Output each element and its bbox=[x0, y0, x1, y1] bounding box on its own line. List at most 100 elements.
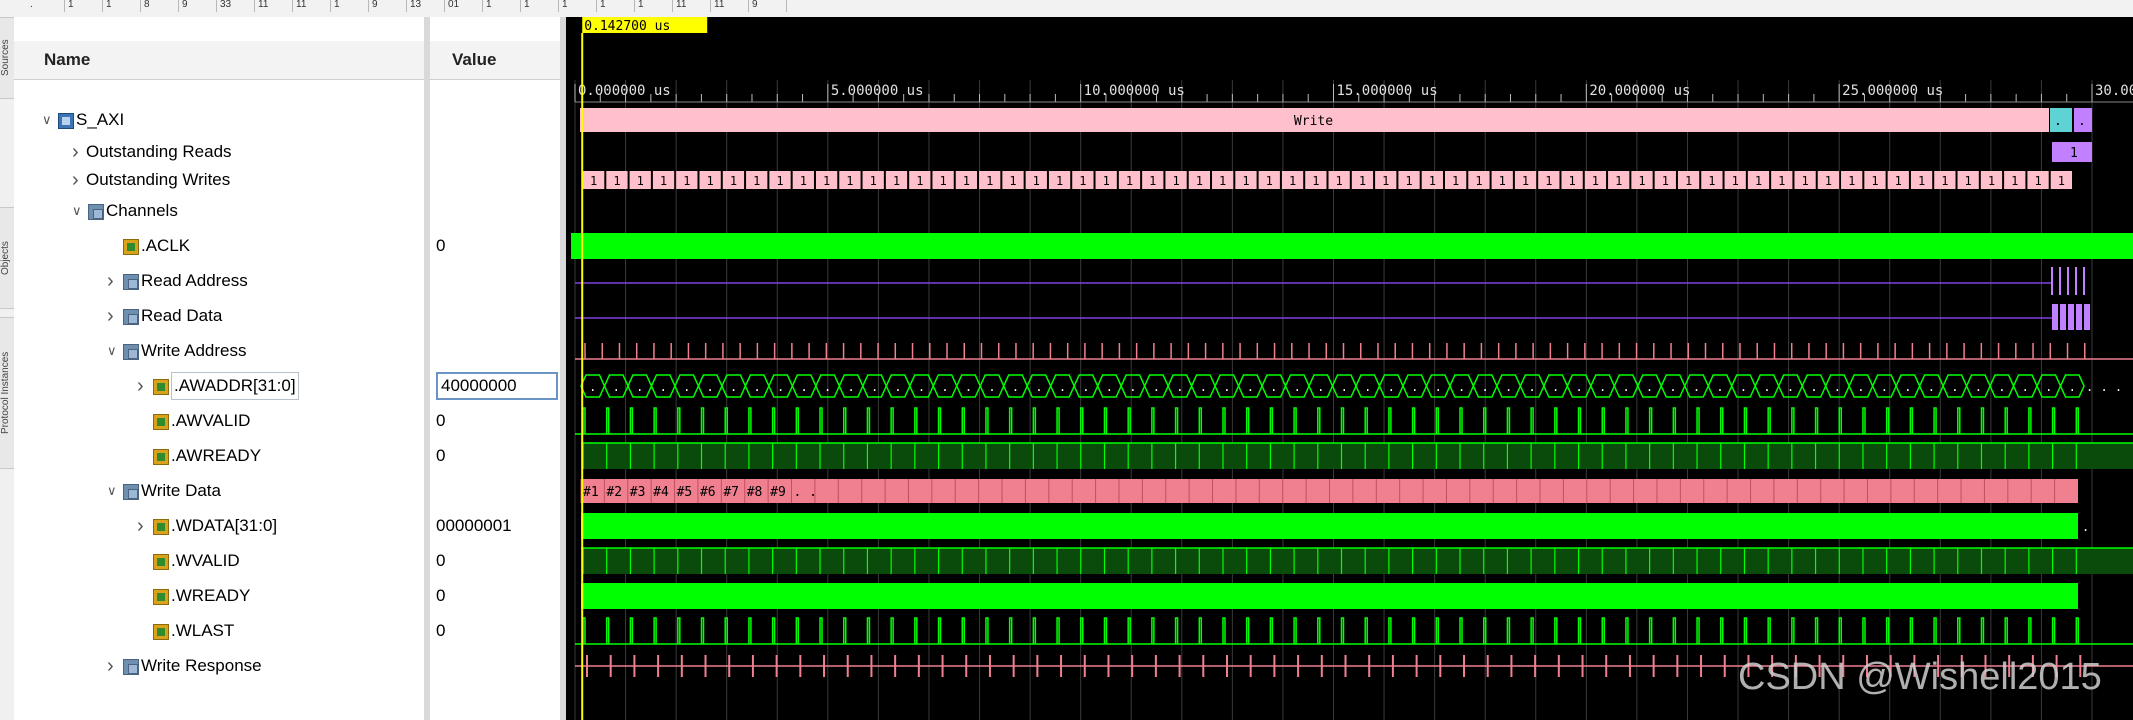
toolbar-button[interactable]: 9 bbox=[182, 0, 217, 12]
toolbar-button[interactable]: 11 bbox=[676, 0, 711, 12]
awaddr-label: . bbox=[1341, 380, 1348, 394]
awvalid-pulse bbox=[1838, 407, 1843, 434]
awaddr-label: . bbox=[941, 380, 948, 394]
toolbar-button[interactable]: 1 bbox=[638, 0, 673, 12]
wlast-pulse bbox=[1435, 617, 1440, 644]
awaddr-label: . bbox=[1247, 380, 1254, 394]
chevron-down-icon[interactable]: ∨ bbox=[107, 476, 119, 506]
awvalid-pulse bbox=[1174, 407, 1179, 434]
ruler-label: 10.000000 us bbox=[1084, 83, 1185, 99]
toolbar-button[interactable]: 11 bbox=[296, 0, 331, 12]
awvalid-pulse bbox=[1933, 407, 1937, 434]
awaddr-label: . bbox=[1787, 380, 1794, 394]
awvalid-pulse bbox=[1151, 407, 1155, 434]
tree-row-channels[interactable]: ∨ Channels bbox=[14, 196, 424, 226]
tree-row-aclk[interactable]: .ACLK bbox=[14, 231, 424, 261]
tree-row-wlast[interactable]: .WLAST bbox=[14, 616, 424, 646]
outstanding-write-label: 1 bbox=[1848, 174, 1855, 188]
awaddr-label: . bbox=[1458, 380, 1465, 394]
toolbar-button[interactable]: 1 bbox=[68, 0, 103, 12]
toolbar-button[interactable]: 01 bbox=[448, 0, 483, 12]
chevron-right-icon[interactable]: › bbox=[137, 371, 149, 401]
awvalid-pulse bbox=[605, 407, 610, 434]
toolbar-button[interactable]: 8 bbox=[144, 0, 179, 12]
value-awaddr[interactable]: 40000000 bbox=[436, 372, 558, 400]
cursor-label: 0.142700 us bbox=[584, 19, 670, 34]
name-column-header[interactable]: Name bbox=[14, 41, 424, 80]
tree-row-awaddr[interactable]: › .AWADDR[31:0] bbox=[14, 371, 424, 401]
outstanding-write-label: 1 bbox=[1452, 174, 1459, 188]
outstanding-write-label: 1 bbox=[1382, 174, 1389, 188]
tree-row-write-address[interactable]: ∨ Write Address bbox=[14, 336, 424, 366]
tree-row-outstanding-writes[interactable]: › Outstanding Writes bbox=[14, 165, 424, 195]
chevron-right-icon[interactable]: › bbox=[107, 651, 119, 681]
side-tab-sources[interactable]: Sources bbox=[0, 17, 14, 99]
wlast-pulse bbox=[1388, 617, 1392, 644]
outstanding-write-label: 1 bbox=[1895, 174, 1902, 188]
awvalid-pulse bbox=[795, 407, 800, 434]
toolbar-button[interactable]: 33 bbox=[220, 0, 255, 12]
tree-row-outstanding-reads[interactable]: › Outstanding Reads bbox=[14, 137, 424, 167]
value-column-header[interactable]: Value bbox=[430, 41, 560, 80]
toolbar-button[interactable]: 1 bbox=[562, 0, 597, 12]
outstanding-write-label: 1 bbox=[1056, 174, 1063, 188]
tree-row-awready[interactable]: .AWREADY bbox=[14, 441, 424, 471]
write-data-label: #2 bbox=[606, 485, 622, 500]
toolbar-button[interactable]: 9 bbox=[752, 0, 787, 12]
awvalid-pulse bbox=[842, 407, 847, 434]
tree-row-awvalid[interactable]: .AWVALID bbox=[14, 406, 424, 436]
tree-row-label: .AWREADY bbox=[171, 446, 262, 465]
tree-row-label: .ACLK bbox=[141, 236, 191, 255]
toolbar-button[interactable]: 1 bbox=[524, 0, 559, 12]
tree-row-read-data[interactable]: › Read Data bbox=[14, 301, 424, 331]
awaddr-label: . bbox=[1716, 380, 1723, 394]
outstanding-write-label: 1 bbox=[2058, 174, 2065, 188]
tree-row-s-axi[interactable]: ∨ S_AXI bbox=[14, 105, 424, 135]
awaddr-label: . bbox=[918, 380, 925, 394]
ruler-label: 20.000000 us bbox=[1589, 83, 1690, 99]
tree-row-label: S_AXI bbox=[76, 110, 125, 129]
chevron-down-icon[interactable]: ∨ bbox=[107, 336, 119, 366]
awvalid-pulse bbox=[1791, 407, 1795, 434]
toolbar-button[interactable]: 1 bbox=[106, 0, 141, 12]
tree-row-wdata[interactable]: › .WDATA[31:0] bbox=[14, 511, 424, 541]
tree-row-wvalid[interactable]: .WVALID bbox=[14, 546, 424, 576]
toolbar-button[interactable]: . bbox=[30, 0, 65, 12]
toolbar-button[interactable]: 1 bbox=[486, 0, 521, 12]
outstanding-write-label: 1 bbox=[846, 174, 853, 188]
outstanding-write-label: 1 bbox=[893, 174, 900, 188]
outstanding-write-label: 1 bbox=[1592, 174, 1599, 188]
toolbar-button[interactable]: 9 bbox=[372, 0, 407, 12]
awaddr-label: . bbox=[847, 380, 854, 394]
chevron-right-icon[interactable]: › bbox=[72, 137, 84, 167]
wlast-pulse bbox=[677, 617, 681, 644]
chevron-down-icon[interactable]: ∨ bbox=[72, 196, 84, 226]
chevron-down-icon[interactable]: ∨ bbox=[42, 105, 54, 135]
toolbar-button[interactable]: 1 bbox=[600, 0, 635, 12]
chevron-right-icon[interactable]: › bbox=[107, 301, 119, 331]
bus-signal-icon bbox=[153, 379, 169, 395]
wlast-pulse bbox=[1364, 617, 1368, 644]
tree-row-write-data[interactable]: ∨ Write Data bbox=[14, 476, 424, 506]
waveform-view[interactable]: 0.000000 us 5.000000 us 10.000000 us 15.000… bbox=[566, 17, 2133, 720]
tree-row-wready[interactable]: .WREADY bbox=[14, 581, 424, 611]
toolbar-button[interactable]: 11 bbox=[258, 0, 293, 12]
toolbar-button[interactable]: 1 bbox=[334, 0, 369, 12]
chevron-right-icon[interactable]: › bbox=[107, 266, 119, 296]
awaddr-label: . bbox=[1059, 380, 1066, 394]
chevron-right-icon[interactable]: › bbox=[137, 511, 149, 541]
awaddr-label: . bbox=[2022, 380, 2029, 394]
tree-row-read-address[interactable]: › Read Address bbox=[14, 266, 424, 296]
ruler-label: 30.000000 us bbox=[2095, 83, 2133, 99]
awaddr-label: . bbox=[1951, 380, 1958, 394]
tree-row-write-response[interactable]: › Write Response bbox=[14, 651, 424, 681]
toolbar-button[interactable]: 11 bbox=[714, 0, 749, 12]
awaddr-label: . bbox=[1153, 380, 1160, 394]
toolbar-button[interactable]: 13 bbox=[410, 0, 445, 12]
awvalid-pulse bbox=[961, 407, 965, 434]
chevron-right-icon[interactable]: › bbox=[72, 165, 84, 195]
side-tab-protocol-instances[interactable]: Protocol Instances bbox=[0, 317, 14, 469]
side-tab-objects[interactable]: Objects bbox=[0, 207, 14, 309]
awvalid-pulse bbox=[771, 407, 776, 434]
wlast-pulse bbox=[748, 617, 752, 644]
